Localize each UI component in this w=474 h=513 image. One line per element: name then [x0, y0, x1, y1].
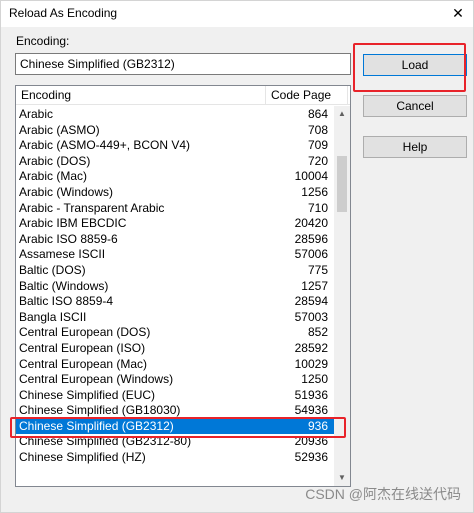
column-header-encoding[interactable]: Encoding — [16, 86, 266, 105]
row-code-page: 52936 — [294, 450, 328, 465]
dialog-title: Reload As Encoding — [9, 6, 118, 20]
list-row[interactable]: Central European (Mac) 10029 — [16, 357, 334, 373]
list-row[interactable]: Baltic (DOS) 775 — [16, 263, 334, 279]
list-row[interactable]: Bangla ISCII 57003 — [16, 310, 334, 326]
row-code-page: 710 — [307, 200, 328, 215]
row-code-page: 28596 — [294, 231, 328, 246]
row-encoding: Arabic — [19, 107, 54, 121]
list-row[interactable]: Arabic (ASMO-449+, BCON V4) 709 — [16, 138, 334, 154]
row-code-page: 864 — [307, 107, 328, 121]
row-encoding: Arabic (Mac) — [19, 169, 88, 184]
row-encoding: Arabic ISO 8859-6 — [19, 231, 118, 246]
close-icon[interactable]: ✕ — [443, 1, 473, 25]
row-code-page: 1250 — [301, 372, 328, 387]
row-encoding: Arabic (DOS) — [19, 153, 91, 168]
title-bar: Reload As Encoding ✕ — [1, 1, 473, 27]
row-encoding: Central European (Mac) — [19, 356, 148, 371]
row-code-page: 720 — [307, 153, 328, 168]
row-encoding: Arabic (ASMO-449+, BCON V4) — [19, 138, 191, 153]
list-row[interactable]: Baltic (Windows) 1257 — [16, 279, 334, 295]
row-encoding: Assamese ISCII — [19, 247, 106, 262]
scroll-up-icon[interactable]: ▲ — [334, 106, 350, 122]
row-encoding: Arabic (Windows) — [19, 184, 114, 199]
row-encoding: Baltic ISO 8859-4 — [19, 294, 114, 309]
row-encoding: Chinese Simplified (HZ) — [19, 450, 146, 465]
list-row[interactable]: Arabic (ASMO) 708 — [16, 123, 334, 139]
row-encoding: Central European (DOS) — [19, 325, 151, 340]
encoding-list[interactable]: Encoding Code Page Arabic 864 Arabic (ASMO… — [15, 85, 351, 487]
row-encoding: Chinese Simplified (GB18030) — [19, 403, 181, 418]
row-encoding: Baltic (DOS) — [19, 262, 86, 277]
row-code-page: 57006 — [294, 247, 328, 262]
watermark: CSDN @阿杰在线送代码 — [305, 486, 461, 502]
list-header: Encoding Code Page — [16, 86, 350, 105]
help-button[interactable]: Help — [363, 136, 467, 158]
row-encoding: Central European (ISO) — [19, 340, 146, 355]
row-encoding: Chinese Simplified (GB2312-80) — [19, 434, 192, 449]
row-code-page: 20936 — [294, 434, 328, 449]
list-row[interactable]: Arabic ISO 8859-6 28596 — [16, 232, 334, 248]
vertical-scrollbar[interactable]: ▲ ▼ — [334, 106, 350, 486]
list-row[interactable]: Arabic IBM EBCDIC 20420 — [16, 216, 334, 232]
row-code-page: 1257 — [301, 278, 328, 293]
row-code-page: 28592 — [294, 340, 328, 355]
list-rows: Arabic 864 Arabic (ASMO) 708 Arabic (ASMO-44… — [16, 107, 334, 466]
list-row[interactable]: Arabic 864 — [16, 107, 334, 123]
list-row[interactable]: Assamese ISCII 57006 — [16, 247, 334, 263]
list-row[interactable]: Central European (ISO) 28592 — [16, 341, 334, 357]
scrollbar-thumb[interactable] — [337, 156, 347, 212]
row-encoding: Arabic (ASMO) — [19, 122, 100, 137]
reload-as-encoding-dialog: Reload As Encoding ✕ Encoding: Encoding … — [0, 0, 474, 513]
row-code-page: 10029 — [294, 356, 328, 371]
row-code-page: 775 — [307, 262, 328, 277]
list-row[interactable]: Central European (Windows) 1250 — [16, 372, 334, 388]
list-row[interactable]: Chinese Simplified (EUC) 51936 — [16, 388, 334, 404]
row-code-page: 10004 — [294, 169, 328, 184]
cancel-button[interactable]: Cancel — [363, 95, 467, 117]
row-encoding: Bangla ISCII — [19, 309, 87, 324]
row-encoding: Chinese Simplified (EUC) — [19, 387, 156, 402]
row-encoding: Chinese Simplified (GB2312) — [19, 418, 174, 433]
list-row[interactable]: Chinese Simplified (GB2312-80) 20936 — [16, 434, 334, 450]
column-header-code-page[interactable]: Code Page — [266, 86, 348, 105]
list-row[interactable]: Chinese Simplified (HZ) 52936 — [16, 450, 334, 466]
row-encoding: Arabic - Transparent Arabic — [19, 200, 165, 215]
row-encoding: Arabic IBM EBCDIC — [19, 216, 127, 231]
list-row[interactable]: Arabic (Windows) 1256 — [16, 185, 334, 201]
encoding-label: Encoding: — [16, 34, 70, 48]
row-code-page: 51936 — [294, 387, 328, 402]
row-code-page: 20420 — [294, 216, 328, 231]
row-code-page: 708 — [307, 122, 328, 137]
row-encoding: Baltic (Windows) — [19, 278, 109, 293]
encoding-input[interactable] — [15, 53, 351, 75]
row-code-page: 936 — [307, 418, 328, 433]
list-row[interactable]: Central European (DOS) 852 — [16, 325, 334, 341]
row-code-page: 709 — [307, 138, 328, 153]
list-row[interactable]: Baltic ISO 8859-4 28594 — [16, 294, 334, 310]
row-code-page: 1256 — [301, 184, 328, 199]
row-code-page: 57003 — [294, 309, 328, 324]
row-code-page: 54936 — [294, 403, 328, 418]
list-row[interactable]: Chinese Simplified (GB2312) 936 — [16, 418, 334, 435]
row-code-page: 852 — [307, 325, 328, 340]
row-code-page: 28594 — [294, 294, 328, 309]
row-encoding: Central European (Windows) — [19, 372, 174, 387]
list-row[interactable]: Chinese Simplified (GB18030) 54936 — [16, 403, 334, 419]
list-row[interactable]: Arabic - Transparent Arabic 710 — [16, 201, 334, 217]
list-row[interactable]: Arabic (DOS) 720 — [16, 154, 334, 170]
load-button[interactable]: Load — [363, 54, 467, 76]
list-row[interactable]: Arabic (Mac) 10004 — [16, 169, 334, 185]
